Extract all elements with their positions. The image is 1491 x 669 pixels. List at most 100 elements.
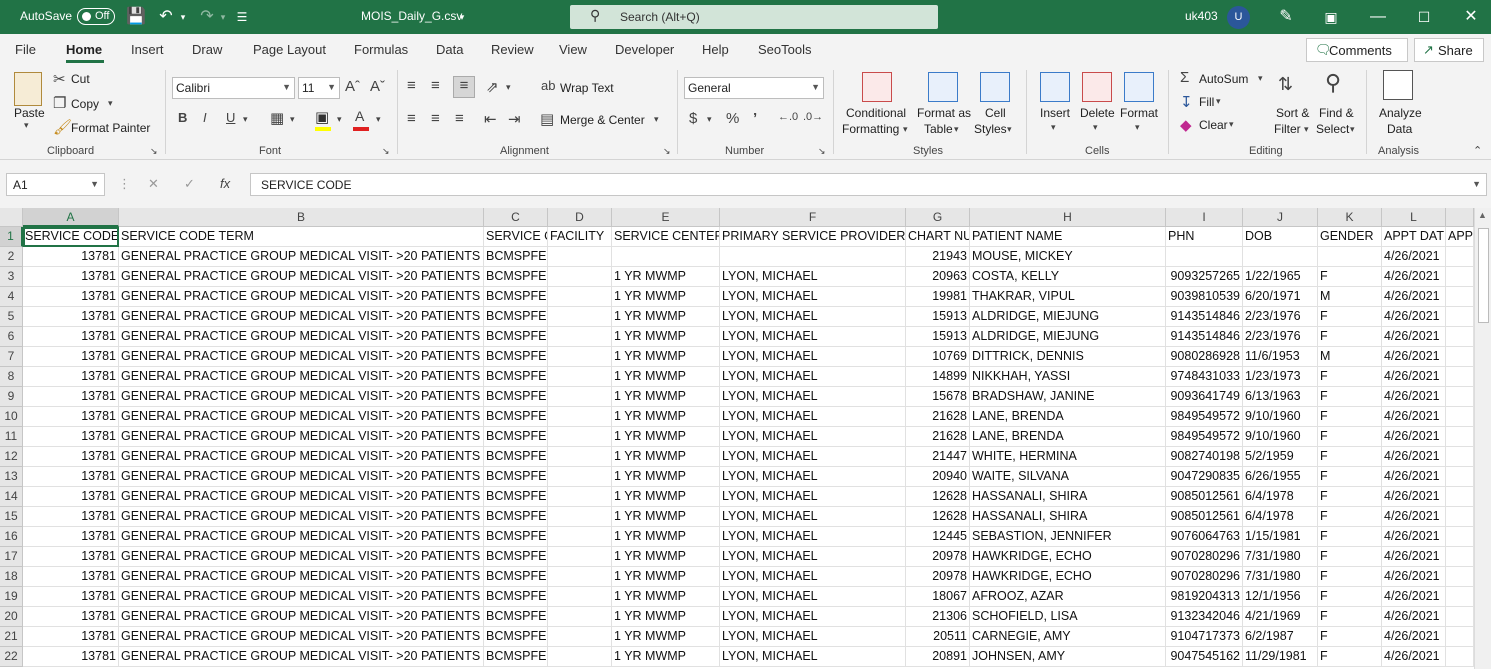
row-header[interactable]: 15 bbox=[0, 507, 23, 527]
row-header[interactable]: 13 bbox=[0, 467, 23, 487]
table-cell[interactable]: 13781 bbox=[23, 507, 119, 527]
number-format-select[interactable]: General ▼ bbox=[684, 77, 824, 99]
column-header-g[interactable]: G bbox=[906, 208, 970, 227]
sort-filter-line2[interactable]: Filter bbox=[1274, 122, 1301, 136]
collapse-ribbon-icon[interactable]: ⌃ bbox=[1473, 144, 1482, 157]
table-cell[interactable]: 13781 bbox=[23, 347, 119, 367]
table-cell[interactable]: 9/10/1960 bbox=[1243, 427, 1318, 447]
analyze-data-line2[interactable]: Data bbox=[1387, 122, 1412, 136]
table-cell[interactable]: 4/26/2021 bbox=[1382, 507, 1446, 527]
header-cell[interactable]: SERVICE CENTER bbox=[612, 227, 720, 247]
table-cell[interactable]: LYON, MICHAEL bbox=[720, 567, 906, 587]
table-cell[interactable]: LYON, MICHAEL bbox=[720, 367, 906, 387]
table-cell[interactable]: LYON, MICHAEL bbox=[720, 547, 906, 567]
table-cell[interactable]: 20940 bbox=[906, 467, 970, 487]
table-cell[interactable]: LYON, MICHAEL bbox=[720, 587, 906, 607]
table-cell[interactable]: 1 YR MWMP bbox=[612, 547, 720, 567]
table-cell[interactable]: HASSANALI, SHIRA bbox=[970, 487, 1166, 507]
number-launcher-icon[interactable]: ↘ bbox=[818, 146, 826, 157]
table-cell[interactable] bbox=[548, 567, 612, 587]
analyze-data-line1[interactable]: Analyze bbox=[1379, 106, 1422, 120]
table-cell[interactable]: GENERAL PRACTICE GROUP MEDICAL VISIT- >2… bbox=[119, 327, 484, 347]
table-cell[interactable]: 4/26/2021 bbox=[1382, 387, 1446, 407]
column-header-d[interactable]: D bbox=[548, 208, 612, 227]
table-cell[interactable]: 5/2/1959 bbox=[1243, 447, 1318, 467]
align-top-icon[interactable]: ≡ bbox=[407, 77, 416, 94]
table-cell[interactable]: 13781 bbox=[23, 287, 119, 307]
table-cell[interactable]: JOHNSEN, AMY bbox=[970, 647, 1166, 667]
table-cell[interactable] bbox=[1446, 367, 1474, 387]
table-cell[interactable]: DITTRICK, DENNIS bbox=[970, 347, 1166, 367]
table-cell[interactable]: 21628 bbox=[906, 427, 970, 447]
table-cell[interactable]: M bbox=[1318, 347, 1382, 367]
table-cell[interactable]: BCMSPFEE bbox=[484, 487, 548, 507]
table-cell[interactable]: F bbox=[1318, 607, 1382, 627]
underline-icon[interactable]: U bbox=[226, 110, 235, 125]
table-cell[interactable]: GENERAL PRACTICE GROUP MEDICAL VISIT- >2… bbox=[119, 567, 484, 587]
table-cell[interactable]: 1 YR MWMP bbox=[612, 307, 720, 327]
undo-icon[interactable]: ↶ bbox=[155, 6, 177, 28]
paste-button[interactable]: Paste bbox=[14, 106, 45, 120]
table-cell[interactable]: GENERAL PRACTICE GROUP MEDICAL VISIT- >2… bbox=[119, 587, 484, 607]
header-cell[interactable]: SERVICE C bbox=[484, 227, 548, 247]
table-cell[interactable]: F bbox=[1318, 527, 1382, 547]
table-cell[interactable]: LYON, MICHAEL bbox=[720, 467, 906, 487]
table-cell[interactable]: F bbox=[1318, 587, 1382, 607]
cell-styles-dropdown-icon[interactable]: ▾ bbox=[1007, 124, 1012, 135]
table-cell[interactable] bbox=[1446, 347, 1474, 367]
table-cell[interactable]: 13781 bbox=[23, 607, 119, 627]
table-cell[interactable]: MOUSE, MICKEY bbox=[970, 247, 1166, 267]
table-cell[interactable]: LYON, MICHAEL bbox=[720, 327, 906, 347]
table-cell[interactable] bbox=[548, 367, 612, 387]
table-cell[interactable]: 1 YR MWMP bbox=[612, 607, 720, 627]
customize-toolbar-icon[interactable]: ☰ bbox=[235, 6, 249, 28]
conditional-formatting-line1[interactable]: Conditional bbox=[846, 106, 906, 120]
table-cell[interactable] bbox=[612, 247, 720, 267]
file-name[interactable]: MOIS_Daily_G.csv bbox=[361, 9, 462, 23]
font-launcher-icon[interactable]: ↘ bbox=[382, 146, 390, 157]
table-cell[interactable]: HAWKRIDGE, ECHO bbox=[970, 547, 1166, 567]
row-header[interactable]: 11 bbox=[0, 427, 23, 447]
increase-font-icon[interactable]: Aˆ bbox=[345, 78, 360, 95]
table-cell[interactable]: F bbox=[1318, 567, 1382, 587]
table-cell[interactable]: BCMSPFEE bbox=[484, 627, 548, 647]
table-cell[interactable]: F bbox=[1318, 647, 1382, 667]
table-cell[interactable] bbox=[548, 247, 612, 267]
table-cell[interactable]: LANE, BRENDA bbox=[970, 407, 1166, 427]
header-cell[interactable]: PHN bbox=[1166, 227, 1243, 247]
table-cell[interactable]: BCMSPFEE bbox=[484, 507, 548, 527]
table-cell[interactable]: 6/2/1987 bbox=[1243, 627, 1318, 647]
table-cell[interactable]: 10769 bbox=[906, 347, 970, 367]
autosave-toggle[interactable]: Off bbox=[77, 8, 115, 25]
table-cell[interactable]: 9143514846 bbox=[1166, 307, 1243, 327]
table-cell[interactable]: 9070280296 bbox=[1166, 567, 1243, 587]
align-bottom-icon[interactable]: ≡ bbox=[453, 76, 475, 98]
table-cell[interactable]: LYON, MICHAEL bbox=[720, 647, 906, 667]
table-cell[interactable]: 1 YR MWMP bbox=[612, 527, 720, 547]
table-cell[interactable]: 13781 bbox=[23, 567, 119, 587]
formula-input[interactable]: SERVICE CODE ▼ bbox=[250, 173, 1487, 196]
table-cell[interactable]: 1 YR MWMP bbox=[612, 567, 720, 587]
table-cell[interactable]: 4/26/2021 bbox=[1382, 347, 1446, 367]
header-cell[interactable]: GENDER bbox=[1318, 227, 1382, 247]
fill-dropdown-icon[interactable]: ▾ bbox=[1216, 96, 1221, 107]
table-cell[interactable]: 9047290835 bbox=[1166, 467, 1243, 487]
table-cell[interactable]: LYON, MICHAEL bbox=[720, 627, 906, 647]
table-cell[interactable] bbox=[1446, 607, 1474, 627]
tab-seotools[interactable]: SeoTools bbox=[758, 42, 811, 57]
table-cell[interactable]: BCMSPFEE bbox=[484, 307, 548, 327]
avatar[interactable]: U bbox=[1227, 6, 1250, 29]
save-icon[interactable]: 💾 bbox=[126, 6, 146, 28]
font-size-select[interactable]: 11 ▼ bbox=[298, 77, 340, 99]
table-cell[interactable]: 15913 bbox=[906, 327, 970, 347]
table-cell[interactable]: 4/26/2021 bbox=[1382, 427, 1446, 447]
find-select-icon[interactable]: ⚲ bbox=[1325, 70, 1341, 96]
table-cell[interactable]: M bbox=[1318, 287, 1382, 307]
redo-icon[interactable]: ↷ bbox=[196, 6, 218, 28]
table-cell[interactable]: NIKKHAH, YASSI bbox=[970, 367, 1166, 387]
table-cell[interactable]: CARNEGIE, AMY bbox=[970, 627, 1166, 647]
table-cell[interactable]: 9039810539 bbox=[1166, 287, 1243, 307]
align-middle-icon[interactable]: ≡ bbox=[431, 77, 440, 94]
header-cell[interactable]: PRIMARY SERVICE PROVIDER bbox=[720, 227, 906, 247]
table-cell[interactable]: 13781 bbox=[23, 447, 119, 467]
